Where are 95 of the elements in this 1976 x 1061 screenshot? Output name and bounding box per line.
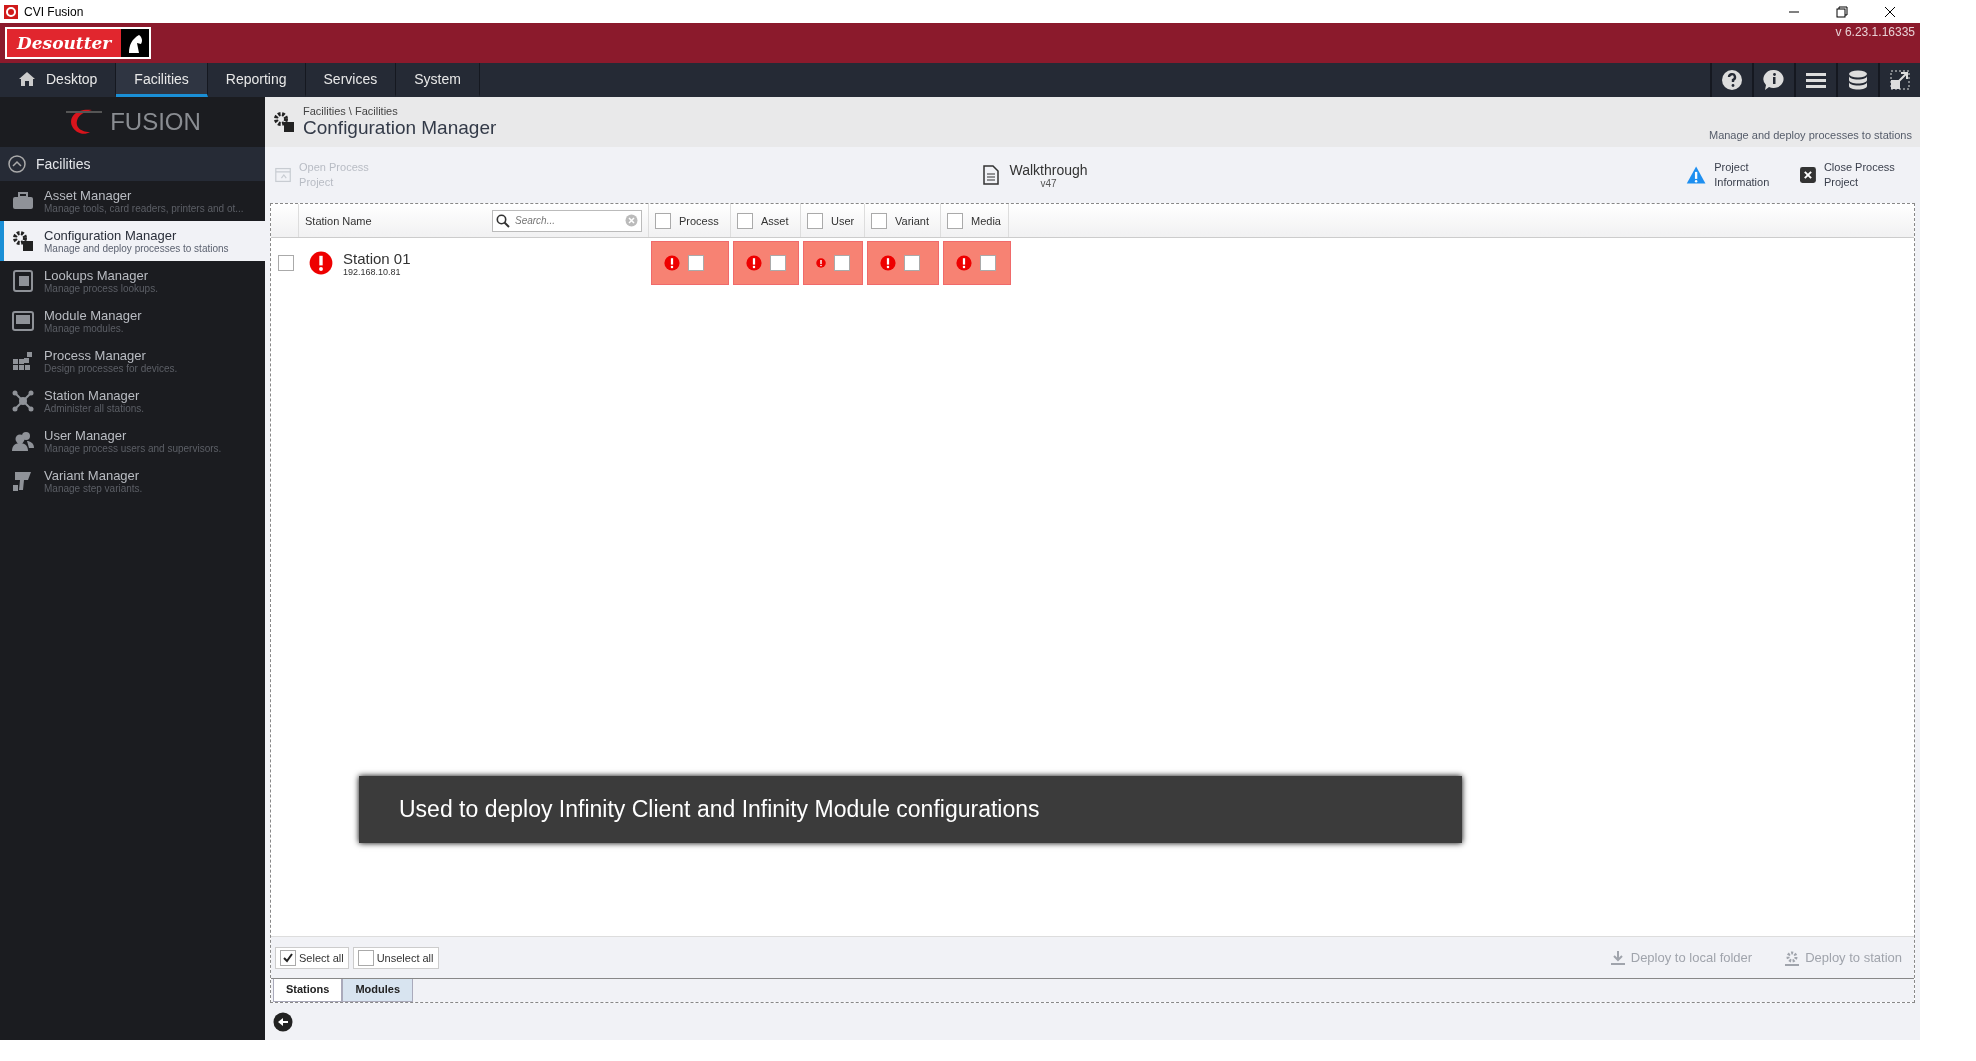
sidebar-item[interactable]: Asset Manager Manage tools, card readers, printers and ot... (0, 181, 265, 221)
fullscreen-icon[interactable] (1889, 69, 1911, 91)
checkbox[interactable] (655, 212, 671, 229)
section-header[interactable]: Facilities (0, 147, 265, 181)
checkbox[interactable] (737, 212, 753, 229)
back-icon[interactable] (273, 1011, 293, 1032)
item-subtitle: Manage process users and supervisors. (44, 443, 222, 454)
error-icon (816, 255, 826, 271)
nav-tab[interactable]: Facilities (116, 63, 208, 97)
document-icon (983, 165, 1000, 185)
blocks-icon (12, 350, 34, 372)
item-subtitle: Manage process lookups. (44, 283, 158, 294)
download-icon (1609, 949, 1626, 966)
column-header[interactable]: Variant (895, 214, 930, 227)
tooltip: Used to deploy Infinity Client and Infinity Module configurations (359, 776, 1462, 843)
version-label: v 6.23.1.16335 (1835, 25, 1915, 39)
checkbox[interactable] (357, 949, 374, 966)
item-subtitle: Manage modules. (44, 323, 125, 334)
bottom-tab[interactable]: Modules (342, 979, 414, 1002)
info-icon[interactable] (1763, 69, 1785, 91)
fusion-logo-text: FUSION (110, 108, 201, 136)
error-icon (746, 255, 762, 271)
breadcrumb[interactable]: Facilities \ Facilities (303, 105, 497, 117)
home-icon (18, 70, 36, 87)
sidebar-item[interactable]: Variant Manager Manage step variants. (0, 461, 265, 501)
open-folder-icon (275, 165, 292, 185)
column-header[interactable]: Media (971, 214, 1001, 227)
app-icon (4, 4, 18, 19)
checkbox[interactable] (947, 212, 963, 229)
checkbox[interactable] (770, 255, 786, 271)
search-field[interactable]: Search... (492, 209, 642, 232)
bottom-tab[interactable]: Stations (273, 979, 343, 1002)
help-icon[interactable] (1721, 69, 1743, 91)
error-icon (956, 255, 972, 271)
gear-icon (12, 230, 34, 252)
station-address: 192.168.10.81 (343, 266, 402, 277)
item-title: Lookups Manager (44, 268, 150, 283)
column-header[interactable]: User (831, 214, 855, 227)
checkbox[interactable] (980, 255, 996, 271)
item-title: Station Manager (44, 388, 141, 403)
brand-logo: Desoutter (5, 27, 152, 59)
sidebar-item[interactable]: Process Manager Design processes for devices. (0, 341, 265, 381)
database-icon[interactable] (1847, 69, 1869, 91)
error-icon (309, 251, 333, 275)
project-name: Walkthrough (1009, 161, 1088, 178)
item-title: Process Manager (44, 348, 147, 363)
collapse-icon (8, 155, 26, 173)
close-project-button[interactable]: Close Process Project (1800, 160, 1910, 190)
item-title: Asset Manager (44, 188, 133, 203)
error-icon (880, 255, 896, 271)
column-header[interactable]: Asset (761, 214, 789, 227)
checkbox[interactable] (904, 255, 920, 271)
checkbox[interactable] (834, 255, 850, 271)
close-icon[interactable] (1884, 5, 1896, 18)
sidebar-item[interactable]: Module Manager Manage modules. (0, 301, 265, 341)
page-title: Configuration Manager (303, 117, 497, 138)
item-title: Variant Manager (44, 468, 141, 483)
project-version: v47 (1040, 177, 1057, 189)
sidebar-item[interactable]: Lookups Manager Manage process lookups. (0, 261, 265, 301)
item-subtitle: Manage and deploy processes to stations (44, 243, 229, 254)
item-subtitle: Administer all stations. (44, 403, 145, 414)
item-subtitle: Manage tools, card readers, printers and ot... (44, 203, 244, 214)
item-title: User Manager (44, 428, 128, 443)
checkbox[interactable] (688, 255, 704, 271)
users-icon (12, 430, 34, 452)
sidebar-item[interactable]: Configuration Manager Manage and deploy processes to stations (0, 221, 265, 261)
select-button[interactable]: Unselect all (352, 946, 439, 969)
project-info-button[interactable]: Project Information (1686, 160, 1786, 190)
search-icon (496, 213, 510, 228)
close-icon (1800, 165, 1816, 185)
item-title: Module Manager (44, 308, 142, 323)
checkbox[interactable] (280, 949, 296, 966)
monitor-icon (12, 310, 34, 332)
station-name: Station 01 (343, 249, 411, 267)
restore-icon[interactable] (1836, 5, 1848, 18)
select-button[interactable]: Select all (275, 946, 349, 969)
network-icon (12, 390, 34, 412)
item-subtitle: Design processes for devices. (44, 363, 178, 374)
sidebar-item[interactable]: User Manager Manage process users and supervisors. (0, 421, 265, 461)
item-subtitle: Manage step variants. (44, 483, 143, 494)
section-label: Facilities (36, 156, 91, 172)
checkbox[interactable] (871, 212, 887, 229)
gear-icon (1784, 949, 1801, 966)
window-title: CVI Fusion (24, 4, 84, 19)
column-header[interactable]: Process (679, 214, 719, 227)
checkbox[interactable] (278, 255, 294, 271)
toolbox-icon (12, 190, 34, 212)
item-title: Configuration Manager (44, 228, 178, 243)
sidebar-item[interactable]: Station Manager Administer all stations. (0, 381, 265, 421)
page-description: Manage and deploy processes to stations (1708, 129, 1912, 141)
gear-icon (273, 111, 295, 133)
checkbox[interactable] (807, 212, 823, 229)
column-header[interactable]: Station Name (305, 214, 372, 227)
clear-icon[interactable] (625, 213, 638, 227)
error-icon (664, 255, 680, 271)
